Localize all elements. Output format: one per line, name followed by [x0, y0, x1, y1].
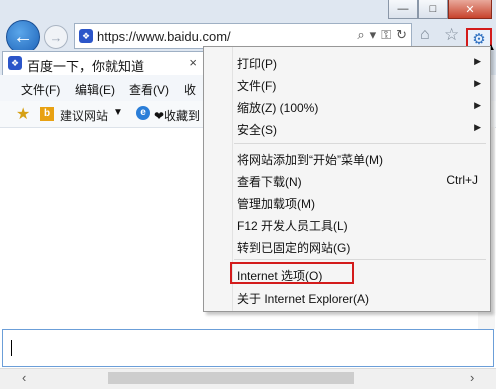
- minimize-button[interactable]: —: [388, 0, 418, 19]
- submenu-arrow-icon: ▶: [474, 56, 481, 66]
- maximize-button[interactable]: □: [418, 0, 448, 19]
- menu-edit[interactable]: 编辑(E): [75, 81, 115, 98]
- close-window-button[interactable]: ✕: [448, 0, 492, 19]
- scroll-right-icon[interactable]: ›: [470, 370, 474, 385]
- favorites-collect-link[interactable]: ❤收藏到: [154, 107, 200, 124]
- chevron-down-icon[interactable]: ▼: [113, 107, 123, 118]
- menu-item-addons[interactable]: 管理加载项(M): [204, 191, 490, 213]
- menu-item-devtools[interactable]: F12 开发人员工具(L): [204, 213, 490, 235]
- forward-button[interactable]: →: [44, 25, 68, 49]
- scroll-left-icon[interactable]: ‹: [22, 370, 26, 385]
- menu-item-add-start[interactable]: 将网站添加到“开始”菜单(M): [204, 147, 490, 169]
- home-icon[interactable]: ⌂: [420, 26, 430, 44]
- menu-item-downloads[interactable]: 查看下载(N) Ctrl+J: [204, 169, 490, 191]
- menu-item-label: 管理加载项(M): [237, 197, 315, 211]
- favorites-icon[interactable]: ☆: [444, 25, 459, 45]
- menu-item-about[interactable]: 关于 Internet Explorer(A): [204, 286, 490, 308]
- bing-icon: b: [40, 107, 54, 121]
- tab-close-icon[interactable]: ×: [189, 55, 197, 70]
- menu-item-print[interactable]: 打印(P) ▶: [204, 51, 490, 73]
- menu-item-label: 打印(P): [237, 57, 277, 71]
- menu-item-label: 查看下载(N): [237, 175, 302, 189]
- search-icon[interactable]: ⌕: [357, 27, 364, 43]
- menu-separator: [234, 143, 486, 144]
- ie-icon: e: [136, 106, 150, 120]
- add-favorite-star-icon[interactable]: ★: [16, 104, 30, 124]
- text-caret: [11, 340, 12, 356]
- address-url[interactable]: https://www.baidu.com/: [97, 29, 231, 44]
- dropdown-icon[interactable]: ▾: [370, 27, 377, 43]
- submenu-arrow-icon: ▶: [474, 100, 481, 110]
- submenu-arrow-icon: ▶: [474, 122, 481, 132]
- menu-item-label: 缩放(Z) (100%): [237, 101, 319, 115]
- window-controls: — □ ✕: [388, 0, 492, 20]
- tools-menu: 打印(P) ▶ 文件(F) ▶ 缩放(Z) (100%) ▶ 安全(S) ▶ 将…: [203, 46, 491, 312]
- menu-item-label: 将网站添加到“开始”菜单(M): [237, 153, 383, 167]
- scrollbar-thumb[interactable]: [108, 372, 354, 384]
- menu-item-label: 安全(S): [237, 123, 277, 137]
- menu-view[interactable]: 查看(V): [129, 81, 169, 98]
- menu-item-pinned[interactable]: 转到已固定的网站(G): [204, 235, 490, 257]
- menu-item-label: 关于 Internet Explorer(A): [237, 292, 370, 306]
- baidu-favicon-icon: ❖: [79, 29, 93, 43]
- tab-baidu[interactable]: ❖ 百度一下，你就知道 ×: [2, 51, 204, 75]
- menu-item-safety[interactable]: 安全(S) ▶: [204, 117, 490, 139]
- tab-title: 百度一下，你就知道: [27, 59, 145, 74]
- suggested-sites-link[interactable]: 建议网站: [60, 107, 108, 124]
- menu-item-label: F12 开发人员工具(L): [237, 219, 348, 233]
- highlight-box: [230, 262, 354, 284]
- refresh-icon[interactable]: ↻: [396, 27, 407, 43]
- menu-separator: [234, 259, 486, 260]
- lock-icon[interactable]: ⚿: [381, 27, 391, 43]
- menu-item-file[interactable]: 文件(F) ▶: [204, 73, 490, 95]
- menu-item-label: 文件(F): [237, 79, 277, 93]
- baidu-favicon-icon: ❖: [8, 56, 22, 70]
- menu-favorites[interactable]: 收: [184, 81, 196, 98]
- text-input-box[interactable]: [2, 329, 494, 367]
- menu-item-label: 转到已固定的网站(G): [237, 241, 351, 255]
- submenu-arrow-icon: ▶: [474, 78, 481, 88]
- menu-file[interactable]: 文件(F): [21, 81, 60, 98]
- back-button[interactable]: ←: [6, 20, 40, 54]
- shortcut-label: Ctrl+J: [446, 173, 478, 187]
- menu-item-zoom[interactable]: 缩放(Z) (100%) ▶: [204, 95, 490, 117]
- address-tools: ⌕ ▾ ⚿ ↻: [357, 27, 407, 43]
